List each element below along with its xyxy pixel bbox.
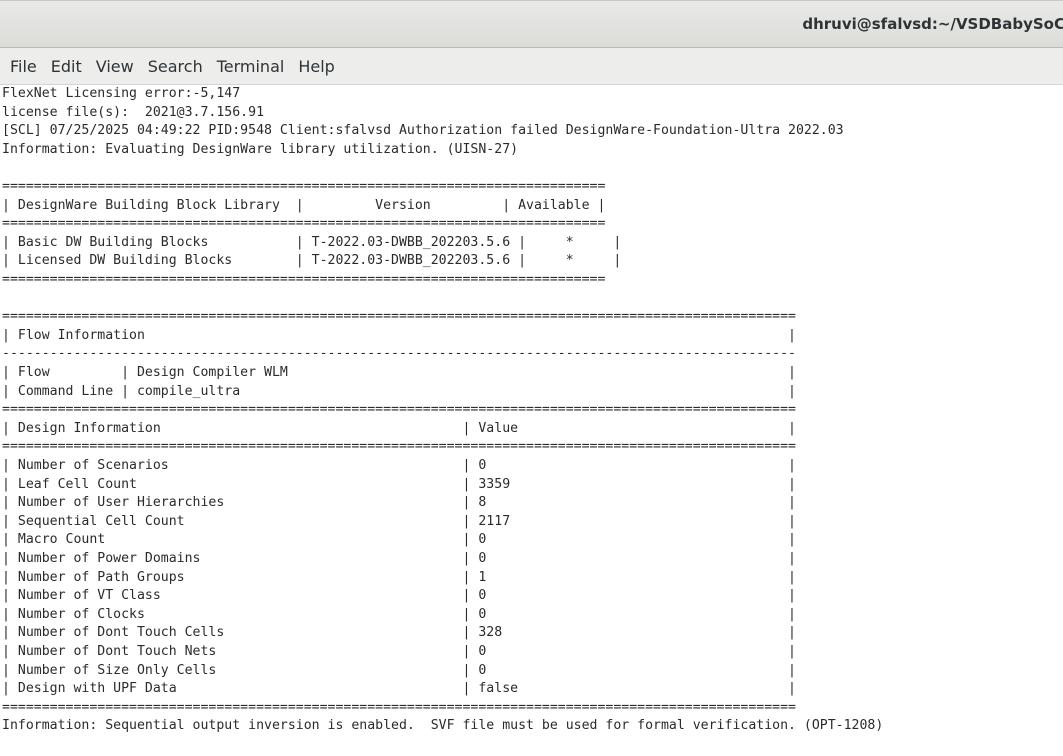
terminal-line: | Number of Path Groups | 1 | <box>2 569 796 585</box>
terminal-line: ========================================… <box>2 216 606 232</box>
terminal-line: | Number of User Hierarchies | 8 | <box>2 495 796 511</box>
menu-file[interactable]: File <box>4 53 43 80</box>
terminal-line: | Macro Count | 0 | <box>2 532 796 548</box>
terminal-line: ========================================… <box>2 179 606 194</box>
window-title: dhruvi@sfalvsd:~/VSDBabySoC <box>802 15 1063 33</box>
menu-view[interactable]: View <box>90 53 140 80</box>
terminal-line: | Basic DW Building Blocks | T-2022.03-D… <box>2 234 622 250</box>
terminal-line: | Number of Dont Touch Nets | 0 | <box>2 644 796 659</box>
terminal-output[interactable]: FlexNet Licensing error:-5,147 license f… <box>0 85 1063 756</box>
menu-help[interactable]: Help <box>292 53 340 80</box>
terminal-line: license file(s): 2021@3.7.156.91 <box>2 104 265 120</box>
terminal-line: Information: Evaluating DesignWare libra… <box>2 141 519 157</box>
terminal-line: | Number of Size Only Cells | 0 | <box>2 662 796 678</box>
terminal-line: ========================================… <box>2 402 796 418</box>
terminal-line: | Flow | Design Compiler WLM | <box>2 365 796 380</box>
terminal-line: ========================================… <box>2 699 796 715</box>
menu-terminal[interactable]: Terminal <box>211 53 291 80</box>
terminal-line: | Number of Clocks | 0 | <box>2 606 796 622</box>
title-bar[interactable]: dhruvi@sfalvsd:~/VSDBabySoC <box>0 0 1063 48</box>
terminal-window: dhruvi@sfalvsd:~/VSDBabySoC File Edit Vi… <box>0 0 1063 756</box>
menu-edit[interactable]: Edit <box>45 53 88 80</box>
terminal-line: | Design Information | Value | <box>2 420 796 436</box>
terminal-line: | Number of VT Class | 0 | <box>2 588 796 604</box>
terminal-line: ----------------------------------------… <box>2 346 796 362</box>
terminal-line: | Flow Information | <box>2 327 796 343</box>
terminal-line: | DesignWare Building Block Library | Ve… <box>2 197 606 213</box>
terminal-line: | Sequential Cell Count | 2117 | <box>2 513 796 529</box>
terminal-line: | Design with UPF Data | false | <box>2 681 796 697</box>
terminal-line: ========================================… <box>2 439 796 455</box>
menu-bar: File Edit View Search Terminal Help <box>0 48 1063 85</box>
terminal-line: | Leaf Cell Count | 3359 | <box>2 476 796 492</box>
terminal-line: | Licensed DW Building Blocks | T-2022.0… <box>2 253 622 269</box>
terminal-line: ========================================… <box>2 309 796 325</box>
terminal-line: | Number of Power Domains | 0 | <box>2 551 796 566</box>
terminal-line: | Number of Dont Touch Cells | 328 | <box>2 625 796 641</box>
terminal-line: ========================================… <box>2 272 606 287</box>
terminal-line: | Command Line | compile_ultra | <box>2 383 796 399</box>
menu-search[interactable]: Search <box>142 53 209 80</box>
terminal-line: | Number of Scenarios | 0 | <box>2 458 796 473</box>
terminal-line: Information: Sequential output inversion… <box>2 718 884 734</box>
terminal-line: [SCL] 07/25/2025 04:49:22 PID:9548 Clien… <box>2 123 844 139</box>
terminal-line: FlexNet Licensing error:-5,147 <box>2 86 241 101</box>
